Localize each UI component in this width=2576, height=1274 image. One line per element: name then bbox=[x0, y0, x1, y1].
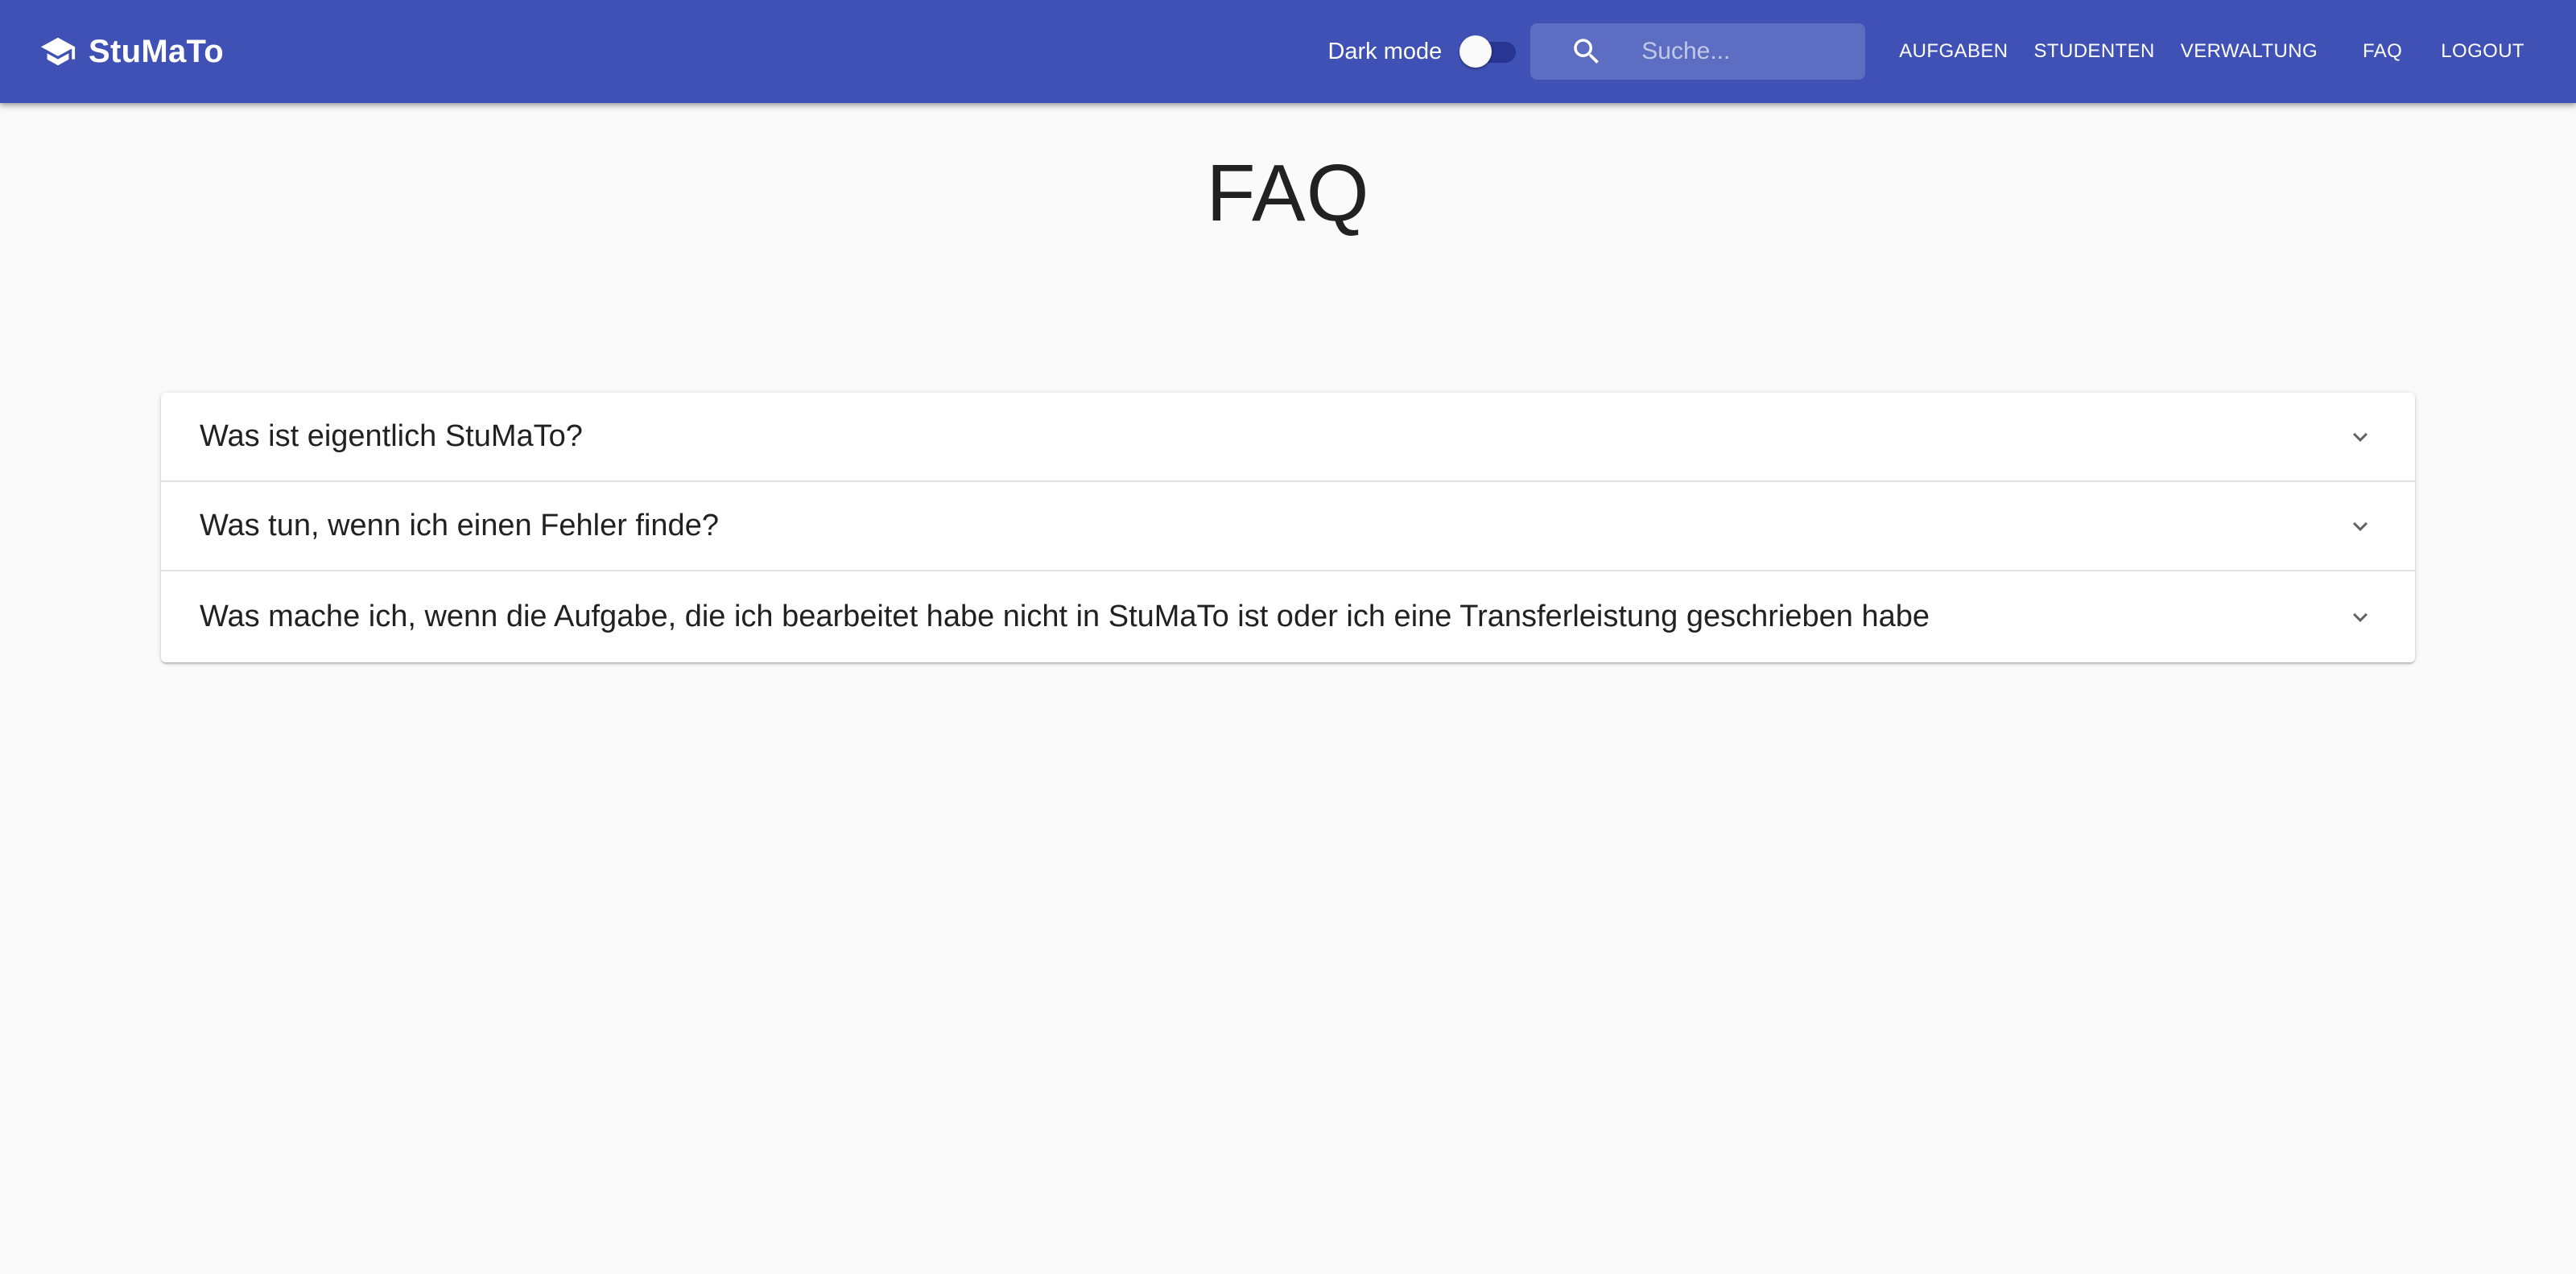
chevron-down-icon[interactable] bbox=[2344, 510, 2376, 542]
faq-question: Was ist eigentlich StuMaTo? bbox=[200, 419, 583, 453]
dark-mode-label: Dark mode bbox=[1327, 38, 1443, 64]
chevron-down-icon[interactable] bbox=[2344, 421, 2376, 453]
search-box[interactable] bbox=[1530, 23, 1866, 80]
school-cap-icon bbox=[39, 32, 77, 71]
nav-logout[interactable]: Logout bbox=[2428, 29, 2537, 74]
faq-item[interactable]: Was tun, wenn ich einen Fehler finde? bbox=[161, 482, 2415, 571]
nav-verwaltung[interactable]: Verwaltung bbox=[2168, 29, 2330, 74]
toggle-thumb[interactable] bbox=[1459, 35, 1492, 68]
faq-item[interactable]: Was ist eigentlich StuMaTo? bbox=[161, 393, 2415, 482]
nav-faq[interactable]: FAQ bbox=[2330, 29, 2428, 74]
chevron-down-icon[interactable] bbox=[2344, 601, 2376, 633]
nav-aufgaben[interactable]: Aufgaben bbox=[1886, 29, 2021, 74]
dark-mode-toggle[interactable] bbox=[1459, 35, 1517, 68]
faq-question: Was mache ich, wenn die Aufgabe, die ich… bbox=[200, 600, 1930, 633]
search-input[interactable] bbox=[1641, 38, 1843, 65]
faq-question: Was tun, wenn ich einen Fehler finde? bbox=[200, 509, 719, 542]
faq-item[interactable]: Was mache ich, wenn die Aufgabe, die ich… bbox=[161, 571, 2415, 662]
search-icon bbox=[1567, 32, 1606, 71]
app-bar: StuMaTo Dark mode Aufgaben Studenten Ver… bbox=[0, 0, 2576, 103]
main-nav: Aufgaben Studenten Verwaltung FAQ Logout bbox=[1886, 29, 2537, 74]
faq-accordion: Was ist eigentlich StuMaTo? Was tun, wen… bbox=[161, 393, 2415, 662]
nav-studenten[interactable]: Studenten bbox=[2021, 29, 2168, 74]
app-name: StuMaTo bbox=[89, 33, 224, 69]
brand[interactable]: StuMaTo bbox=[39, 32, 224, 71]
page-title: FAQ bbox=[1206, 148, 1370, 238]
